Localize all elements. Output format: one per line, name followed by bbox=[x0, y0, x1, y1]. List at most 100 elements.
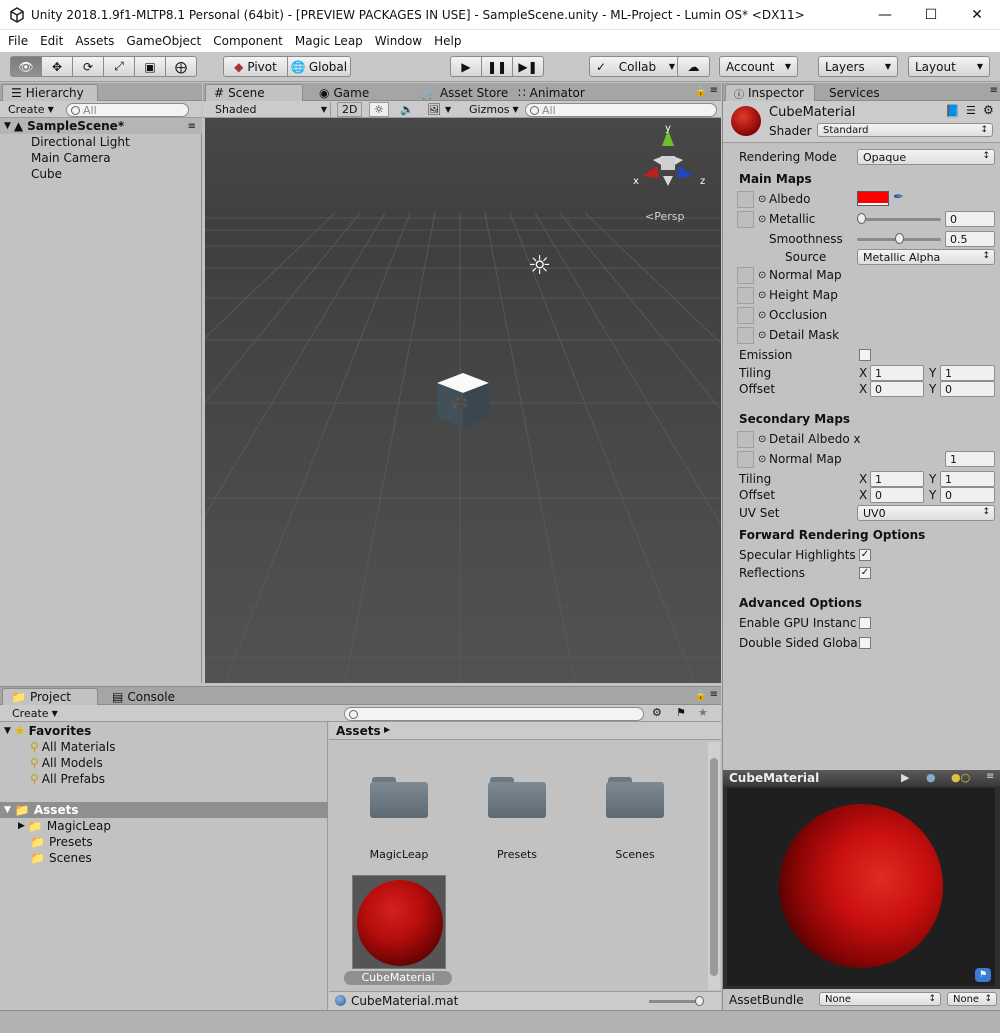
normal-map-slot[interactable] bbox=[737, 267, 754, 284]
detail-mask-slot[interactable] bbox=[737, 327, 754, 344]
lighting-toggle[interactable]: ☼ bbox=[369, 102, 389, 117]
light-toggle-icon[interactable]: ●○ bbox=[951, 771, 970, 784]
gizmos-dropdown[interactable]: Gizmos ▼ bbox=[465, 102, 523, 117]
transform-tool-button[interactable]: ⨁ bbox=[165, 56, 197, 77]
lock-icon[interactable]: 🔒 bbox=[695, 690, 707, 701]
texture-picker-icon[interactable]: ⊙ bbox=[758, 434, 766, 445]
hierarchy-search-input[interactable]: All bbox=[66, 103, 189, 117]
texture-picker-icon[interactable]: ⊙ bbox=[758, 290, 766, 301]
scene-search-input[interactable]: All bbox=[525, 103, 717, 117]
assetbundle-name-dropdown[interactable]: None bbox=[819, 992, 941, 1006]
scene-row[interactable]: ▼ ▲ SampleScene* ≡ bbox=[0, 118, 202, 134]
hierarchy-item[interactable]: Cube bbox=[31, 166, 62, 182]
preset-sliders-icon[interactable]: ☰ bbox=[966, 104, 976, 117]
scrollbar-thumb[interactable] bbox=[710, 758, 718, 976]
2d-toggle[interactable]: 2D bbox=[337, 102, 363, 117]
occlusion-slot[interactable] bbox=[737, 307, 754, 324]
hierarchy-item[interactable]: Directional Light bbox=[31, 134, 130, 150]
orientation-gizmo[interactable] bbox=[633, 126, 703, 206]
panel-menu-icon[interactable]: ≡ bbox=[986, 771, 994, 782]
directional-light-icon[interactable]: ☼ bbox=[528, 253, 551, 279]
menu-gameobject[interactable]: GameObject bbox=[120, 34, 207, 48]
material-thumbnail[interactable] bbox=[352, 875, 446, 969]
tab-scene[interactable]: # Scene bbox=[205, 84, 303, 101]
offset-y-field[interactable]: 0 bbox=[940, 381, 995, 397]
hierarchy-create-button[interactable]: Create ▼ bbox=[4, 102, 58, 117]
offset2-y-field[interactable]: 0 bbox=[940, 487, 995, 503]
menu-assets[interactable]: Assets bbox=[69, 34, 120, 48]
gpu-instancing-checkbox[interactable] bbox=[859, 617, 871, 629]
double-sided-checkbox[interactable] bbox=[859, 637, 871, 649]
favorite-item[interactable]: ⚲ All Materials bbox=[30, 739, 116, 755]
filter-type-icon[interactable]: ⚙ bbox=[652, 706, 662, 719]
shader-dropdown[interactable]: Standard bbox=[817, 123, 993, 137]
metallic-texture-slot[interactable] bbox=[737, 211, 754, 228]
offset2-x-field[interactable]: 0 bbox=[870, 487, 924, 503]
asset-folder-row[interactable]: 📁 Scenes bbox=[30, 850, 92, 866]
specular-checkbox[interactable]: ✓ bbox=[859, 549, 871, 561]
albedo-texture-slot[interactable] bbox=[737, 191, 754, 208]
scene-viewport[interactable]: y x z <Persp ☼ 🎥 bbox=[205, 118, 721, 683]
layout-dropdown[interactable]: Layout ▼ bbox=[908, 56, 990, 77]
texture-picker-icon[interactable]: ⊙ bbox=[758, 270, 766, 281]
emission-checkbox[interactable] bbox=[859, 349, 871, 361]
panel-menu-icon[interactable]: ≡ bbox=[710, 689, 718, 700]
scale-tool-button[interactable]: ⤢ bbox=[103, 56, 135, 77]
audio-toggle[interactable]: 🔈 bbox=[396, 102, 418, 117]
metallic-slider-track[interactable] bbox=[857, 218, 941, 221]
projection-toggle[interactable]: <Persp bbox=[645, 210, 684, 223]
assetbundle-variant-dropdown[interactable]: None bbox=[947, 992, 997, 1006]
lock-icon[interactable]: 🔒 bbox=[695, 86, 707, 97]
cube-object[interactable]: 🎥 bbox=[437, 373, 489, 427]
folder-icon[interactable] bbox=[606, 774, 664, 818]
help-book-icon[interactable]: 📘 bbox=[945, 104, 960, 118]
panel-menu-icon[interactable]: ≡ bbox=[990, 85, 998, 96]
favorite-star-icon[interactable]: ★ bbox=[698, 706, 708, 719]
tiling2-y-field[interactable]: 1 bbox=[940, 471, 995, 487]
tab-console[interactable]: ▤ Console bbox=[104, 688, 183, 705]
asset-folder-row[interactable]: ▶ 📁 MagicLeap bbox=[18, 818, 111, 834]
rect-tool-button[interactable]: ▣ bbox=[134, 56, 166, 77]
smoothness-slider-thumb[interactable] bbox=[894, 233, 904, 244]
expand-arrow-icon[interactable]: ▶ bbox=[18, 821, 25, 831]
menu-help[interactable]: Help bbox=[428, 34, 467, 48]
layers-dropdown[interactable]: Layers ▼ bbox=[818, 56, 898, 77]
menu-magic-leap[interactable]: Magic Leap bbox=[289, 34, 369, 48]
icon-size-slider[interactable] bbox=[649, 1000, 701, 1003]
close-button[interactable]: ✕ bbox=[954, 0, 1000, 30]
secondary-normal-scale-field[interactable]: 1 bbox=[945, 451, 995, 467]
pause-button[interactable]: ❚❚ bbox=[481, 56, 513, 77]
tiling-y-field[interactable]: 1 bbox=[940, 365, 995, 381]
account-dropdown[interactable]: Account ▼ bbox=[719, 56, 798, 77]
expand-arrow-icon[interactable]: ▼ bbox=[4, 726, 11, 736]
texture-picker-icon[interactable]: ⊙ bbox=[758, 310, 766, 321]
scene-menu-icon[interactable]: ≡ bbox=[188, 121, 196, 132]
menu-window[interactable]: Window bbox=[369, 34, 428, 48]
texture-picker-icon[interactable]: ⊙ bbox=[758, 214, 766, 225]
expand-arrow-icon[interactable]: ▼ bbox=[4, 121, 11, 131]
offset-x-field[interactable]: 0 bbox=[870, 381, 924, 397]
secondary-normal-slot[interactable] bbox=[737, 451, 754, 468]
step-button[interactable]: ▶❚ bbox=[512, 56, 544, 77]
move-tool-button[interactable]: ✥ bbox=[41, 56, 73, 77]
smoothness-value-field[interactable]: 0.5 bbox=[945, 231, 995, 247]
breadcrumb-assets[interactable]: Assets bbox=[336, 724, 381, 738]
preview-mesh-icon[interactable]: ● bbox=[926, 771, 936, 784]
texture-picker-icon[interactable]: ⊙ bbox=[758, 454, 766, 465]
project-create-button[interactable]: Create ▼ bbox=[8, 706, 62, 721]
grid-item-label-selected[interactable]: CubeMaterial bbox=[344, 971, 452, 985]
tab-project[interactable]: 📁 Project bbox=[2, 688, 98, 705]
settings-gear-icon[interactable]: ⚙ bbox=[983, 103, 994, 117]
rotate-tool-button[interactable]: ⟳ bbox=[72, 56, 104, 77]
preview-viewport[interactable]: ⚑ bbox=[727, 788, 995, 986]
tab-animator[interactable]: ∷ Animator bbox=[510, 84, 593, 101]
folder-icon[interactable] bbox=[488, 774, 546, 818]
assets-row[interactable]: ▼ 📁 Assets bbox=[0, 802, 328, 818]
asset-folder-row[interactable]: 📁 Presets bbox=[30, 834, 93, 850]
detail-albedo-slot[interactable] bbox=[737, 431, 754, 448]
height-map-slot[interactable] bbox=[737, 287, 754, 304]
menu-component[interactable]: Component bbox=[207, 34, 289, 48]
metallic-value-field[interactable]: 0 bbox=[945, 211, 995, 227]
maximize-button[interactable]: ☐ bbox=[908, 0, 954, 30]
favorite-item[interactable]: ⚲ All Prefabs bbox=[30, 771, 105, 787]
